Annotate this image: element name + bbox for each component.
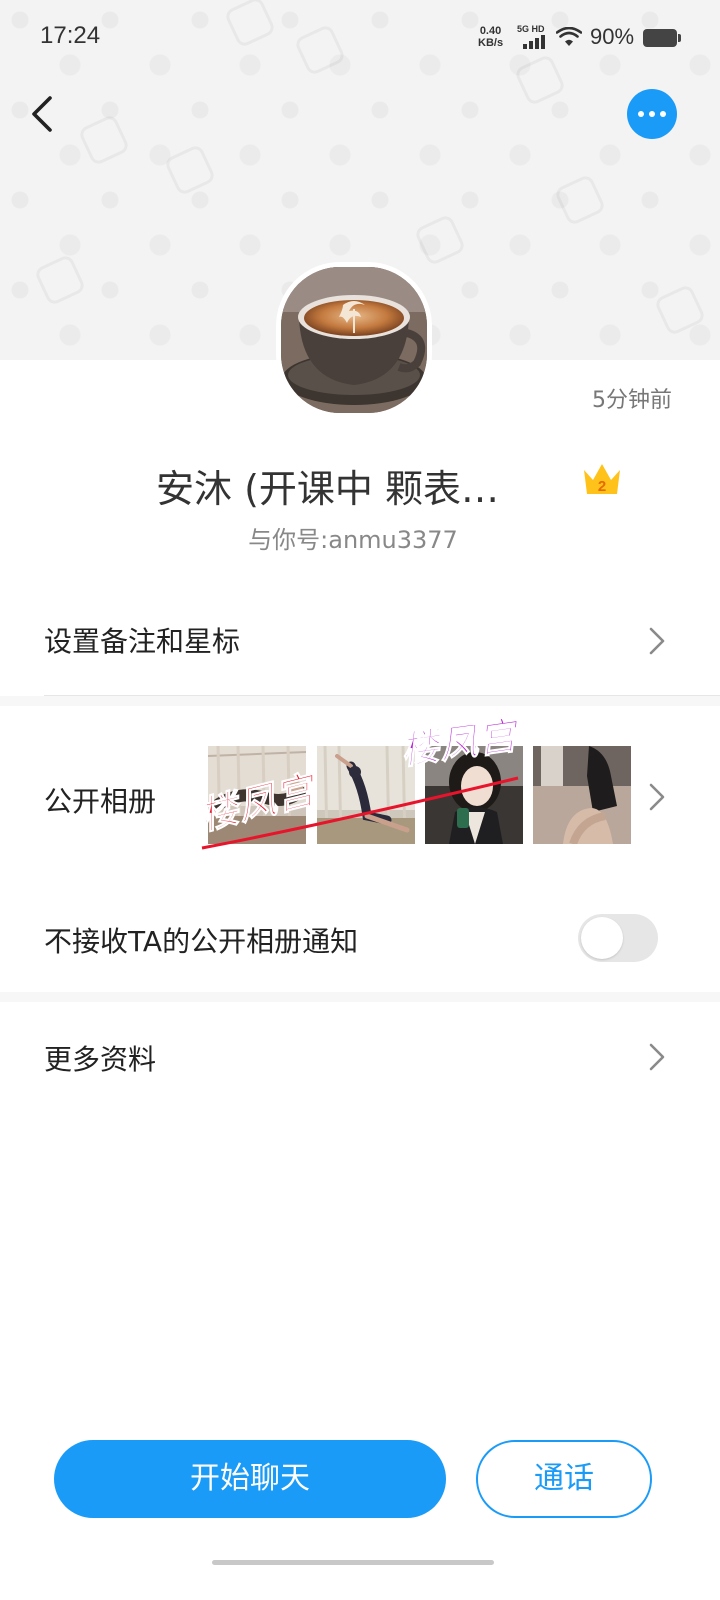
- profile-name: 安沐 (开课中 颗表…: [156, 467, 499, 511]
- network-speed-value: 0.40: [479, 25, 502, 37]
- chevron-right-icon: [649, 1043, 665, 1071]
- network-speed-unit: KB/s: [478, 37, 504, 49]
- chevron-left-icon: [32, 96, 52, 132]
- battery-percentage: 90%: [590, 24, 635, 49]
- signal-label: 5G HD: [517, 24, 545, 34]
- start-chat-button[interactable]: 开始聊天: [54, 1440, 446, 1518]
- home-indicator[interactable]: [212, 1560, 494, 1565]
- more-info-label: 更多资料: [44, 1043, 157, 1076]
- wifi-icon: [556, 27, 582, 46]
- more-info-row[interactable]: 更多资料: [0, 1004, 720, 1104]
- more-dots-icon: [649, 111, 655, 117]
- network-speed: 0.40 KB/s: [478, 25, 503, 49]
- avatar[interactable]: [276, 262, 432, 418]
- toggle-knob: [581, 917, 623, 959]
- more-dots-icon: [638, 111, 644, 117]
- more-options-button[interactable]: [627, 89, 677, 139]
- pattern-motif: [163, 143, 217, 197]
- more-dots-icon: [660, 111, 666, 117]
- crown-level-number: 2: [598, 478, 606, 495]
- set-remark-star-label: 设置备注和星标: [44, 625, 241, 658]
- crown-level-icon[interactable]: 2: [582, 462, 622, 496]
- album-notify-toggle[interactable]: [578, 914, 658, 962]
- pattern-motif: [653, 283, 707, 337]
- call-button[interactable]: 通话: [476, 1440, 652, 1518]
- pattern-motif: [413, 213, 467, 267]
- album-photo[interactable]: [533, 746, 631, 844]
- status-time: 17:24: [40, 22, 101, 49]
- public-album-label: 公开相册: [44, 785, 157, 818]
- back-button[interactable]: [26, 92, 62, 136]
- coffee-cup-image: [281, 267, 427, 413]
- watermark-underline: [201, 776, 519, 850]
- chevron-right-icon: [649, 627, 665, 655]
- battery-icon: [643, 29, 681, 47]
- signal-bars-icon: [523, 35, 549, 49]
- pattern-motif: [553, 173, 607, 227]
- album-notify-label: 不接收TA的公开相册通知: [44, 925, 359, 958]
- account-id: 与你号:anmu3377: [248, 526, 458, 554]
- last-seen-time: 5分钟前: [592, 388, 672, 413]
- chevron-right-icon: [649, 783, 665, 811]
- section-divider: [0, 696, 720, 706]
- status-bar: 17:24 0.40 KB/s 5G HD 90%: [0, 0, 720, 78]
- pattern-motif: [77, 113, 131, 167]
- pattern-motif: [33, 253, 87, 307]
- set-remark-star-row[interactable]: 设置备注和星标: [0, 598, 720, 688]
- section-divider: [0, 992, 720, 1002]
